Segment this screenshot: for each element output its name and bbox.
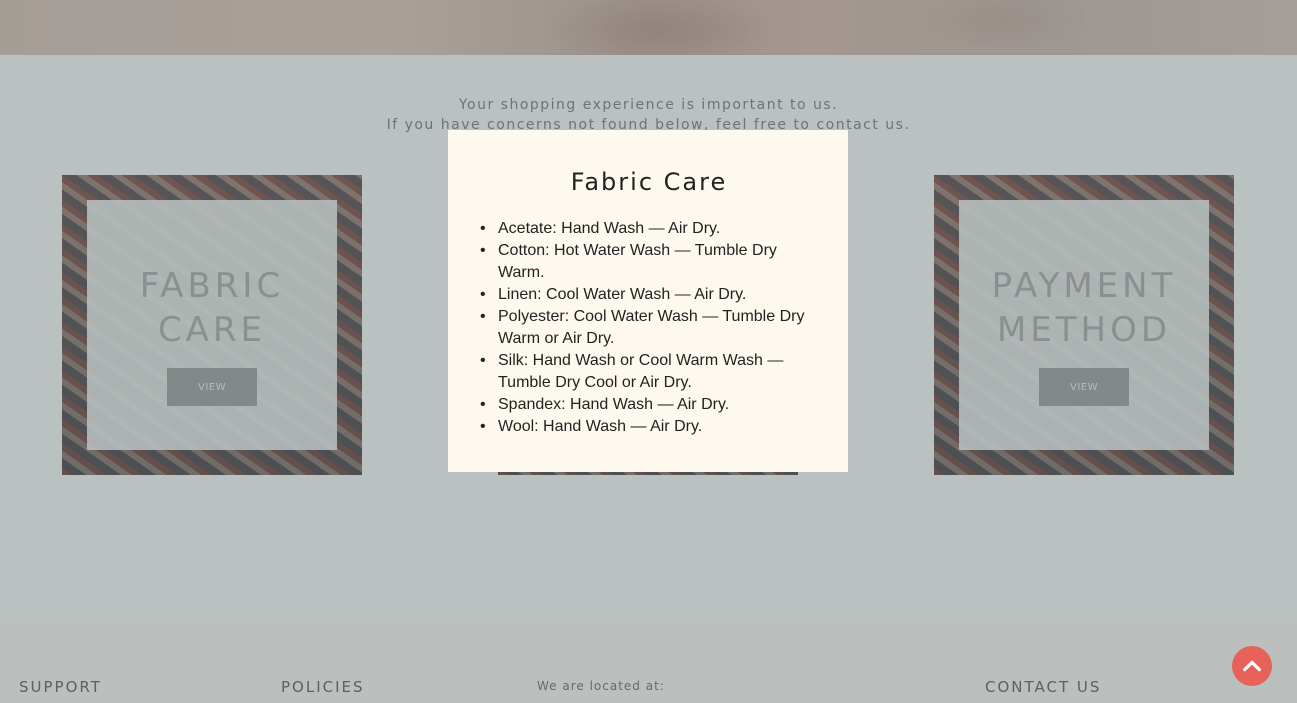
list-item: Spandex: Hand Wash — Air Dry.	[480, 394, 818, 416]
list-item: Polyester: Cool Water Wash — Tumble Dry …	[480, 306, 818, 350]
list-item: Silk: Hand Wash or Cool Warm Wash — Tumb…	[480, 350, 818, 394]
chevron-up-icon	[1243, 660, 1261, 672]
scroll-to-top-button[interactable]	[1232, 646, 1272, 686]
list-item: Wool: Hand Wash — Air Dry.	[480, 416, 818, 438]
list-item: Cotton: Hot Water Wash — Tumble Dry Warm…	[480, 240, 818, 284]
list-item: Acetate: Hand Wash — Air Dry.	[480, 218, 818, 240]
modal-title: Fabric Care	[570, 168, 728, 196]
fabric-care-modal: Fabric Care Acetate: Hand Wash — Air Dry…	[448, 130, 848, 472]
fabric-care-list: Acetate: Hand Wash — Air Dry. Cotton: Ho…	[480, 218, 818, 438]
list-item: Linen: Cool Water Wash — Air Dry.	[480, 284, 818, 306]
